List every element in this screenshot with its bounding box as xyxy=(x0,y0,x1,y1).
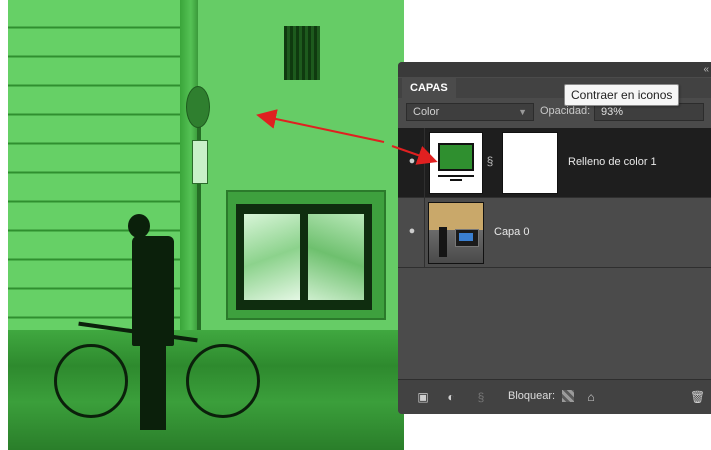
layers-list: ● § Relleno de color 1 ● Capa 0 xyxy=(398,128,711,380)
new-layer-icon[interactable]: ▣ xyxy=(416,390,430,404)
street-plate xyxy=(192,140,208,184)
blend-mode-value: Color xyxy=(413,106,440,118)
panel-bottom-bar: ▣ ◐ § Bloquear: ⌂ 🗑 xyxy=(398,379,711,414)
window-grille xyxy=(284,26,320,80)
thumb-board xyxy=(455,229,479,247)
thumb-figure xyxy=(439,227,447,257)
thumb-line xyxy=(438,175,474,177)
person-head xyxy=(128,214,150,238)
link-chain-icon[interactable]: § xyxy=(486,152,494,170)
collapse-to-icons-icon[interactable]: « xyxy=(703,62,709,77)
eye-icon[interactable]: ● xyxy=(404,224,420,238)
adjustment-layer-icon[interactable]: ◐ xyxy=(444,390,458,404)
trash-icon[interactable]: 🗑 xyxy=(690,390,705,404)
link-layers-icon[interactable]: § xyxy=(474,390,488,404)
layer-name[interactable]: Capa 0 xyxy=(494,226,529,238)
eye-icon[interactable]: ● xyxy=(404,154,420,168)
person-body xyxy=(132,236,174,346)
layer-divider xyxy=(424,198,425,267)
lock-transparent-pixels-icon[interactable] xyxy=(562,390,574,402)
chevron-down-icon: ▼ xyxy=(518,107,527,117)
round-sign xyxy=(186,86,210,128)
lock-all-icon[interactable]: ⌂ xyxy=(584,390,598,404)
layer-mask-thumbnail[interactable] xyxy=(502,132,558,194)
poster-left xyxy=(244,214,300,300)
person-legs xyxy=(140,340,166,430)
panel-top-strip: « xyxy=(398,62,711,77)
lock-label: Bloquear: xyxy=(508,390,556,402)
poster-right xyxy=(308,214,364,300)
tab-capas[interactable]: CAPAS xyxy=(402,78,456,98)
fill-color-swatch xyxy=(438,143,474,171)
layers-panel: « CAPAS Color ▼ Opacidad: 93% ● § Rellen… xyxy=(398,62,711,414)
layer-row-capa-0[interactable]: ● Capa 0 xyxy=(398,198,711,268)
blend-mode-select[interactable]: Color ▼ xyxy=(406,103,534,121)
thumb-line xyxy=(450,179,462,181)
layer-row-relleno[interactable]: ● § Relleno de color 1 xyxy=(398,128,711,198)
document-canvas[interactable] xyxy=(8,0,404,450)
layer-name[interactable]: Relleno de color 1 xyxy=(568,156,657,168)
fill-layer-thumbnail[interactable] xyxy=(429,132,483,194)
opacity-label: Opacidad: xyxy=(540,105,591,117)
bike-rear-wheel xyxy=(54,344,128,418)
layer-divider xyxy=(424,128,425,197)
image-layer-thumbnail[interactable] xyxy=(428,202,484,264)
bike-front-wheel xyxy=(186,344,260,418)
tooltip: Contraer en iconos xyxy=(564,84,680,106)
